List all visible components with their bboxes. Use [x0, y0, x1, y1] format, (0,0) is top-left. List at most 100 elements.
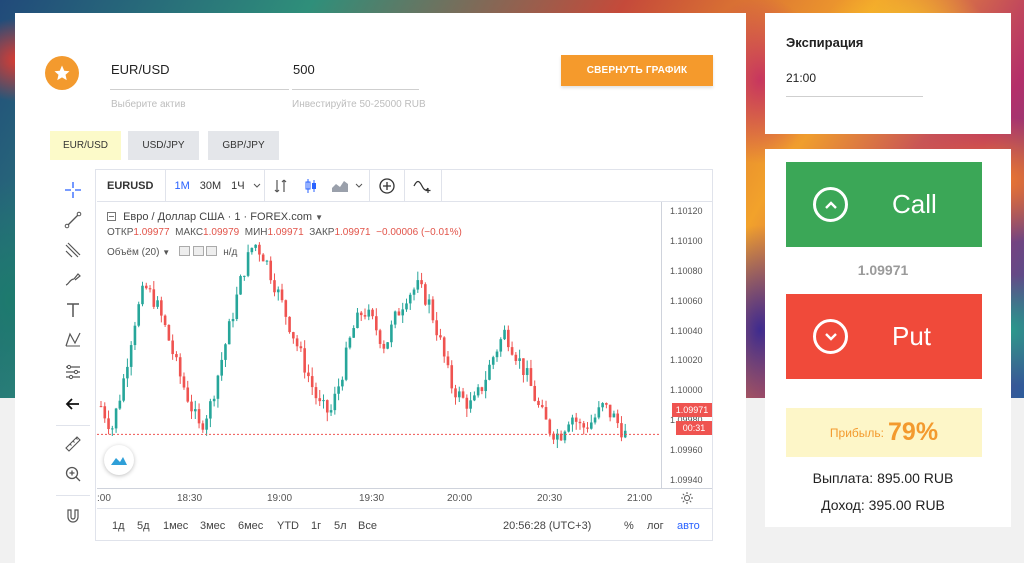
range-5y[interactable]: 5л [334, 520, 347, 532]
candle-body [589, 422, 593, 429]
current-price-label: 1.09971 [672, 403, 712, 417]
candle-body [491, 357, 495, 365]
time-tick: 20:30 [537, 493, 563, 504]
candle-body [292, 332, 295, 339]
candle-body [175, 354, 178, 358]
candle-body [359, 312, 363, 316]
candle-body [574, 417, 578, 422]
asset-select-field[interactable]: EUR/USD [110, 58, 289, 90]
chart-settings-icon[interactable] [680, 491, 694, 508]
time-axis[interactable]: :00 18:30 19:00 19:30 20:00 20:30 21:00 [97, 488, 712, 508]
candle-body [356, 312, 359, 329]
tradingview-logo-icon[interactable] [104, 445, 134, 475]
log-toggle[interactable]: лог [647, 520, 664, 532]
range-ytd[interactable]: YTD [277, 520, 299, 532]
price-tick: 1.09940 [670, 474, 703, 485]
candle-body [220, 359, 223, 376]
measure-lines-icon[interactable] [58, 359, 88, 385]
pair-tab-gbpjpy[interactable]: GBP/JPY [208, 131, 279, 160]
candle-body [103, 406, 107, 419]
range-3m[interactable]: 3мес [200, 520, 225, 532]
candle-body [540, 405, 544, 408]
crosshair-icon[interactable] [58, 177, 88, 203]
price-tick: 1.10060 [670, 295, 703, 306]
interval-1h[interactable]: 1Ч [226, 170, 249, 202]
candle-body [352, 328, 355, 338]
candle-body [567, 424, 570, 432]
candle-body [608, 404, 612, 418]
candle-body [160, 300, 163, 316]
candle-body [122, 378, 125, 401]
auto-toggle[interactable]: авто [677, 520, 700, 532]
indicators-icon[interactable] [405, 170, 441, 202]
add-indicator-icon[interactable] [370, 170, 404, 202]
candles-style-icon[interactable] [297, 170, 325, 202]
candle-body [597, 407, 601, 418]
candle-body [333, 393, 337, 411]
candle-body [473, 395, 476, 401]
back-arrow-icon[interactable] [58, 391, 88, 417]
pitchfork-icon[interactable] [58, 237, 88, 263]
candle-body [329, 410, 333, 413]
put-button[interactable]: Put [786, 294, 982, 379]
style-dropdown-icon[interactable] [352, 170, 369, 202]
chart-symbol[interactable]: EURUSD [97, 170, 165, 202]
compare-icon[interactable] [265, 170, 297, 202]
pattern-icon[interactable] [58, 327, 88, 353]
pair-tab-usdjpy[interactable]: USD/JPY [128, 131, 199, 160]
favorite-star-icon[interactable] [45, 56, 79, 90]
candle-body [525, 368, 529, 375]
call-label: Call [892, 189, 937, 219]
candle-body [469, 400, 472, 409]
range-1d[interactable]: 1д [112, 520, 125, 532]
candle-body [178, 357, 182, 377]
pair-tab-eurusd[interactable]: EUR/USD [50, 131, 121, 160]
candle-body [582, 423, 586, 428]
percent-toggle[interactable]: % [624, 520, 634, 532]
candle-body [529, 368, 533, 386]
call-button[interactable]: Call [786, 162, 982, 247]
candle-body [114, 408, 118, 429]
price-axis[interactable]: 1.10120 1.10100 1.10080 1.10060 1.10040 1.100… [661, 202, 712, 488]
ruler-icon[interactable] [58, 431, 88, 457]
collapse-chart-button[interactable]: СВЕРНУТЬ ГРАФИК [561, 55, 713, 86]
investment-input[interactable]: 500 [292, 58, 419, 90]
interval-dropdown-icon[interactable] [250, 170, 264, 202]
interval-30m[interactable]: 30M [195, 170, 226, 202]
time-tick: :00 [97, 493, 111, 504]
candle-body [620, 423, 623, 438]
range-all[interactable]: Все [358, 520, 377, 532]
candle-body [243, 275, 246, 277]
expiry-select[interactable]: 21:00 [786, 68, 923, 97]
candlestick-plot[interactable] [97, 202, 661, 488]
interval-1m[interactable]: 1M [166, 170, 194, 202]
candle-body [212, 398, 216, 402]
trend-line-icon[interactable] [58, 207, 88, 233]
candle-body [344, 347, 348, 380]
text-tool-icon[interactable] [58, 297, 88, 323]
candle-body [205, 418, 208, 430]
chart-clock[interactable]: 20:56:28 (UTC+3) [503, 520, 591, 532]
candle-body [269, 260, 273, 281]
candle-body [250, 247, 254, 253]
candle-body [495, 351, 499, 358]
candle-body [182, 376, 186, 388]
zoom-in-icon[interactable] [58, 461, 88, 487]
candle-body [424, 284, 427, 305]
candle-body [295, 338, 299, 347]
area-style-icon[interactable] [325, 170, 352, 202]
brush-icon[interactable] [58, 267, 88, 293]
candle-body [435, 320, 438, 336]
candle-body [593, 417, 597, 423]
candle-body [405, 303, 408, 310]
price-tick: 1.10080 [670, 266, 703, 276]
range-1m[interactable]: 1мес [163, 520, 188, 532]
range-6m[interactable]: 6мес [238, 520, 263, 532]
candle-body [265, 260, 269, 262]
profit-label: Прибыль: [829, 425, 885, 440]
candle-body [386, 342, 389, 349]
range-1y[interactable]: 1г [311, 520, 321, 532]
magnet-icon[interactable] [58, 503, 88, 529]
candle-body [224, 344, 227, 360]
range-5d[interactable]: 5д [137, 520, 150, 532]
